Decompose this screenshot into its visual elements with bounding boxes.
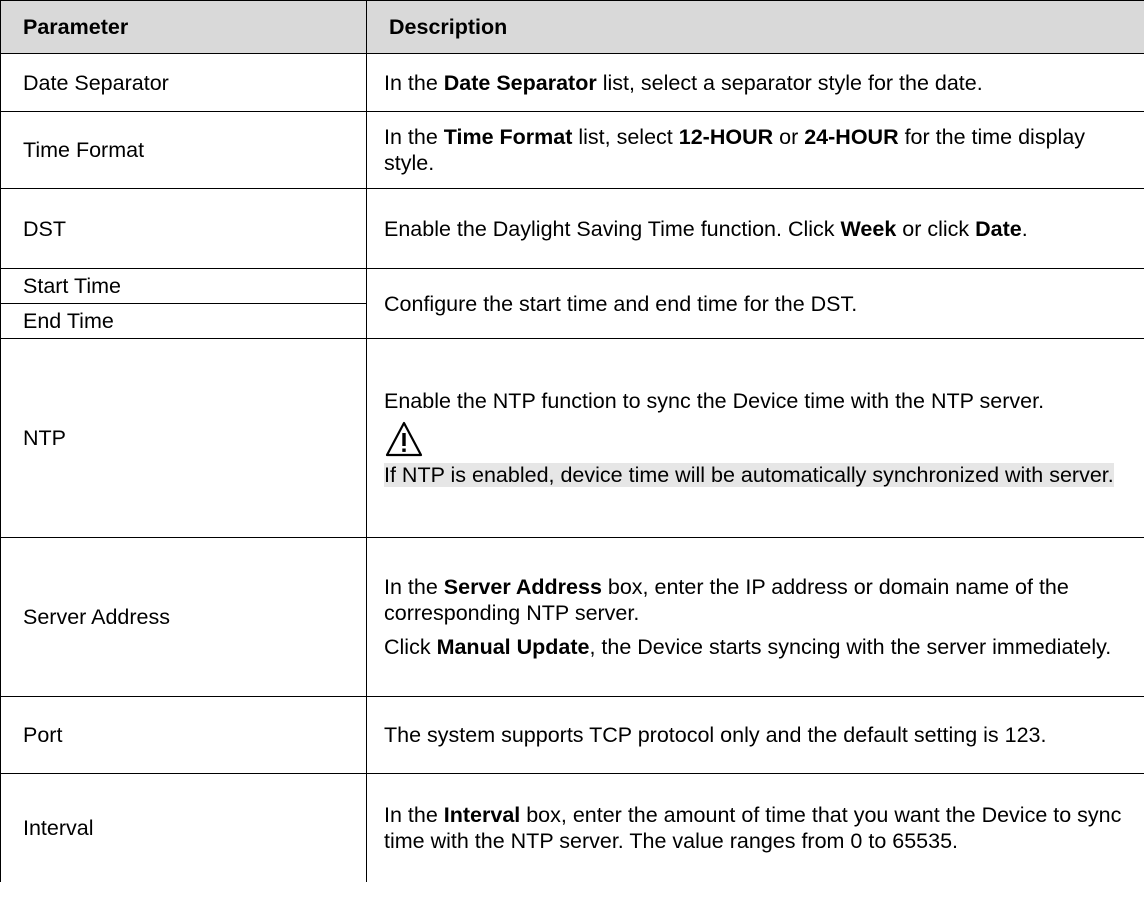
server-address-desc-2: Click Manual Update, the Device starts s… bbox=[384, 635, 1112, 659]
ntp-note: If NTP is enabled, device time will be a… bbox=[384, 462, 1134, 488]
param-port: Port bbox=[0, 696, 367, 774]
server-address-desc-1: In the Server Address box, enter the IP … bbox=[384, 575, 1069, 625]
desc-ntp: Enable the NTP function to sync the Devi… bbox=[366, 338, 1144, 538]
table-header-row: Parameter Description bbox=[0, 0, 1144, 54]
table-row: Server Address In the Server Address box… bbox=[0, 537, 1144, 697]
param-start-time: Start Time bbox=[0, 268, 367, 304]
ntp-note-text: If NTP is enabled, device time will be a… bbox=[384, 463, 1114, 487]
param-interval: Interval bbox=[0, 773, 367, 882]
desc-start-end-time: Configure the start time and end time fo… bbox=[366, 268, 1144, 339]
param-server-address: Server Address bbox=[0, 537, 367, 697]
table-row: Interval In the Interval box, enter the … bbox=[0, 773, 1144, 882]
desc-interval: In the Interval box, enter the amount of… bbox=[366, 773, 1144, 882]
header-parameter: Parameter bbox=[0, 0, 367, 54]
param-time-format: Time Format bbox=[0, 111, 367, 189]
table-row: Start Time Configure the start time and … bbox=[0, 268, 1144, 339]
table-row: NTP Enable the NTP function to sync the … bbox=[0, 338, 1144, 538]
param-end-time: End Time bbox=[0, 303, 367, 339]
header-description: Description bbox=[366, 0, 1144, 54]
warning-triangle-icon bbox=[385, 421, 423, 457]
desc-port: The system supports TCP protocol only an… bbox=[366, 696, 1144, 774]
desc-date-separator: In the Date Separator list, select a sep… bbox=[366, 53, 1144, 112]
parameter-table: Parameter Description Date Separator In … bbox=[0, 0, 1144, 882]
desc-dst: Enable the Daylight Saving Time function… bbox=[366, 188, 1144, 269]
param-ntp: NTP bbox=[0, 338, 367, 538]
desc-server-address: In the Server Address box, enter the IP … bbox=[366, 537, 1144, 697]
table-row: DST Enable the Daylight Saving Time func… bbox=[0, 188, 1144, 269]
table-row: Date Separator In the Date Separator lis… bbox=[0, 53, 1144, 112]
ntp-description: Enable the NTP function to sync the Devi… bbox=[384, 389, 1045, 413]
param-date-separator: Date Separator bbox=[0, 53, 367, 112]
table-row: Port The system supports TCP protocol on… bbox=[0, 696, 1144, 774]
param-dst: DST bbox=[0, 188, 367, 269]
desc-time-format: In the Time Format list, select 12-HOUR … bbox=[366, 111, 1144, 189]
table-row: Time Format In the Time Format list, sel… bbox=[0, 111, 1144, 189]
